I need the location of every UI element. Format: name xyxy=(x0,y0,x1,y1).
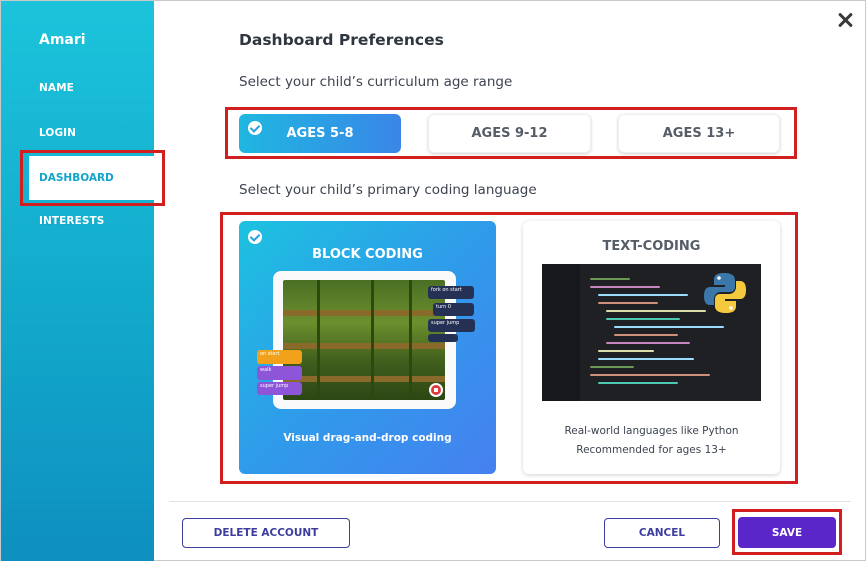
highlight-box-coding-language xyxy=(220,212,798,484)
settings-sidebar: Amari NAME LOGIN DASHBOARD SETUP INTERES… xyxy=(1,1,154,561)
footer-divider xyxy=(169,501,851,502)
highlight-box-dashboard-setup xyxy=(20,150,165,206)
highlight-box-save xyxy=(732,509,842,555)
close-icon[interactable] xyxy=(835,10,855,30)
user-name: Amari xyxy=(39,32,86,48)
age-range-prompt: Select your child’s curriculum age range xyxy=(239,74,513,90)
delete-account-button[interactable]: DELETE ACCOUNT xyxy=(182,518,350,548)
coding-language-prompt: Select your child’s primary coding langu… xyxy=(239,182,537,198)
sidebar-item-interests[interactable]: INTERESTS xyxy=(39,215,104,227)
page-title: Dashboard Preferences xyxy=(239,31,444,49)
highlight-box-age-range xyxy=(225,107,797,159)
sidebar-item-login[interactable]: LOGIN xyxy=(39,127,76,139)
cancel-button[interactable]: CANCEL xyxy=(604,518,720,548)
dashboard-settings-modal: Amari NAME LOGIN DASHBOARD SETUP INTERES… xyxy=(0,0,866,561)
sidebar-item-name[interactable]: NAME xyxy=(39,82,74,94)
